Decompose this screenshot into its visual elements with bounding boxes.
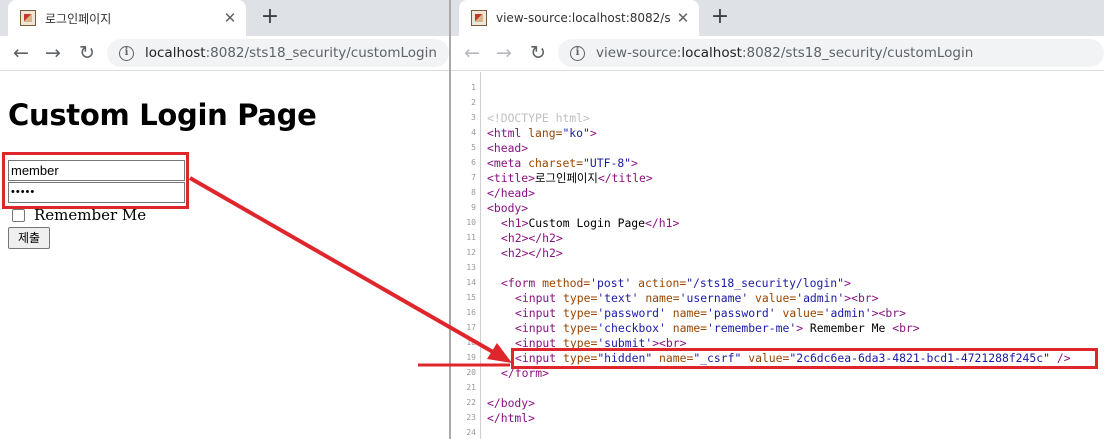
line-number: 20 <box>466 368 476 377</box>
url-text: view-source:localhost:8082/sts18_securit… <box>596 45 974 61</box>
code-line-4: <!DOCTYPE html> <box>487 111 590 125</box>
reload-icon[interactable]: ↻ <box>525 40 551 66</box>
remember-me-checkbox[interactable] <box>12 208 25 222</box>
line-number: 23 <box>466 413 476 422</box>
close-icon[interactable]: ✕ <box>218 9 242 27</box>
line-number: 16 <box>466 308 476 317</box>
line-number: 10 <box>466 218 476 227</box>
back-arrow-icon[interactable]: ← <box>459 40 485 66</box>
code-line-10: <body> <box>487 201 529 215</box>
line-number: 19 <box>466 353 476 362</box>
code-line-8: <title>로그인페이지</title> <box>487 171 653 185</box>
code-line-9: </head> <box>487 186 536 200</box>
line-number: 14 <box>466 278 476 287</box>
code-line-7: <meta charset="UTF-8"> <box>487 156 638 170</box>
forward-arrow-icon[interactable]: → <box>40 40 66 66</box>
line-number: 12 <box>466 248 476 257</box>
new-tab-plus-icon[interactable]: + <box>707 5 733 31</box>
tab-strip: view-source:localhost:8082/sts1 ✕ + <box>451 0 1104 36</box>
code-line-24: </html> <box>487 411 536 425</box>
forward-arrow-icon[interactable]: → <box>491 40 517 66</box>
line-number: 4 <box>471 128 476 137</box>
line-number: 3 <box>471 113 476 122</box>
tab-login-page[interactable]: 로그인페이지 ✕ <box>8 0 246 36</box>
line-number: 8 <box>471 188 476 197</box>
address-bar[interactable]: i view-source:localhost:8082/sts18_secur… <box>558 39 1104 67</box>
line-number: 2 <box>471 98 476 107</box>
tab-title: view-source:localhost:8082/sts1 <box>496 11 671 25</box>
view-source-window: view-source:localhost:8082/sts1 ✕ + ← → … <box>451 0 1104 439</box>
address-bar[interactable]: i localhost:8082/sts18_security/customLo… <box>107 39 449 67</box>
favicon-icon <box>20 10 36 26</box>
code-line-6: <head> <box>487 141 529 155</box>
tab-strip: 로그인페이지 ✕ + <box>0 0 449 36</box>
code-line-11: <h1>Custom Login Page</h1> <box>501 216 680 230</box>
toolbar: ← → ↻ i localhost:8082/sts18_security/cu… <box>0 36 449 71</box>
back-arrow-icon[interactable]: ← <box>8 40 34 66</box>
line-number: 15 <box>466 293 476 302</box>
reload-icon[interactable]: ↻ <box>74 40 100 66</box>
page-title: Custom Login Page <box>8 98 317 132</box>
line-number: 5 <box>471 143 476 152</box>
toolbar: ← → ↻ i view-source:localhost:8082/sts18… <box>451 36 1104 71</box>
url-text: localhost:8082/sts18_security/customLogi… <box>145 45 437 61</box>
code-line-15: <form method='post' action="/sts18_secur… <box>501 276 851 290</box>
favicon-icon <box>471 10 487 26</box>
line-number: 18 <box>466 338 476 347</box>
line-number: 6 <box>471 158 476 167</box>
line-number: 24 <box>466 428 476 437</box>
annotation-box-login-fields <box>2 152 189 209</box>
code-line-18: <input type='checkbox' name='remember-me… <box>515 321 920 335</box>
line-number: 17 <box>466 323 476 332</box>
code-line-23: </body> <box>487 396 536 410</box>
code-line-13: <h2></h2> <box>501 246 563 260</box>
line-number-gutter: 1 2 3 4 5 6 7 8 9 10 11 12 13 14 15 16 17 18 19 20 21 22 23 24 <box>451 72 481 439</box>
line-number: 22 <box>466 398 476 407</box>
login-page-content: Custom Login Page member ••••• Remember … <box>0 72 449 439</box>
new-tab-plus-icon[interactable]: + <box>257 5 283 31</box>
source-view: 1 2 3 4 5 6 7 8 9 10 11 12 13 14 15 16 17 18 19 20 21 22 23 24 … <box>451 72 1104 439</box>
line-number: 13 <box>466 263 476 272</box>
code-line-5: <html lang="ko"> <box>487 126 597 140</box>
info-icon[interactable]: i <box>119 45 134 61</box>
code-line-16: <input type='text' name='username' value… <box>515 291 879 305</box>
line-number: 7 <box>471 173 476 182</box>
line-number: 1 <box>471 83 476 92</box>
annotation-box-csrf-token <box>511 348 1098 369</box>
tab-view-source[interactable]: view-source:localhost:8082/sts1 ✕ <box>459 0 699 36</box>
submit-button[interactable]: 제출 <box>8 227 50 249</box>
login-page-window: 로그인페이지 ✕ + ← → ↻ i localhost:8082/sts18_… <box>0 0 449 439</box>
line-number: 21 <box>466 383 476 392</box>
line-number: 9 <box>471 203 476 212</box>
line-number: 11 <box>466 233 476 242</box>
info-icon[interactable]: i <box>570 45 585 61</box>
code-line-17: <input type='password' name='password' v… <box>515 306 906 320</box>
close-icon[interactable]: ✕ <box>671 9 695 27</box>
code-line-12: <h2></h2> <box>501 231 563 245</box>
tab-title: 로그인페이지 <box>45 11 112 26</box>
